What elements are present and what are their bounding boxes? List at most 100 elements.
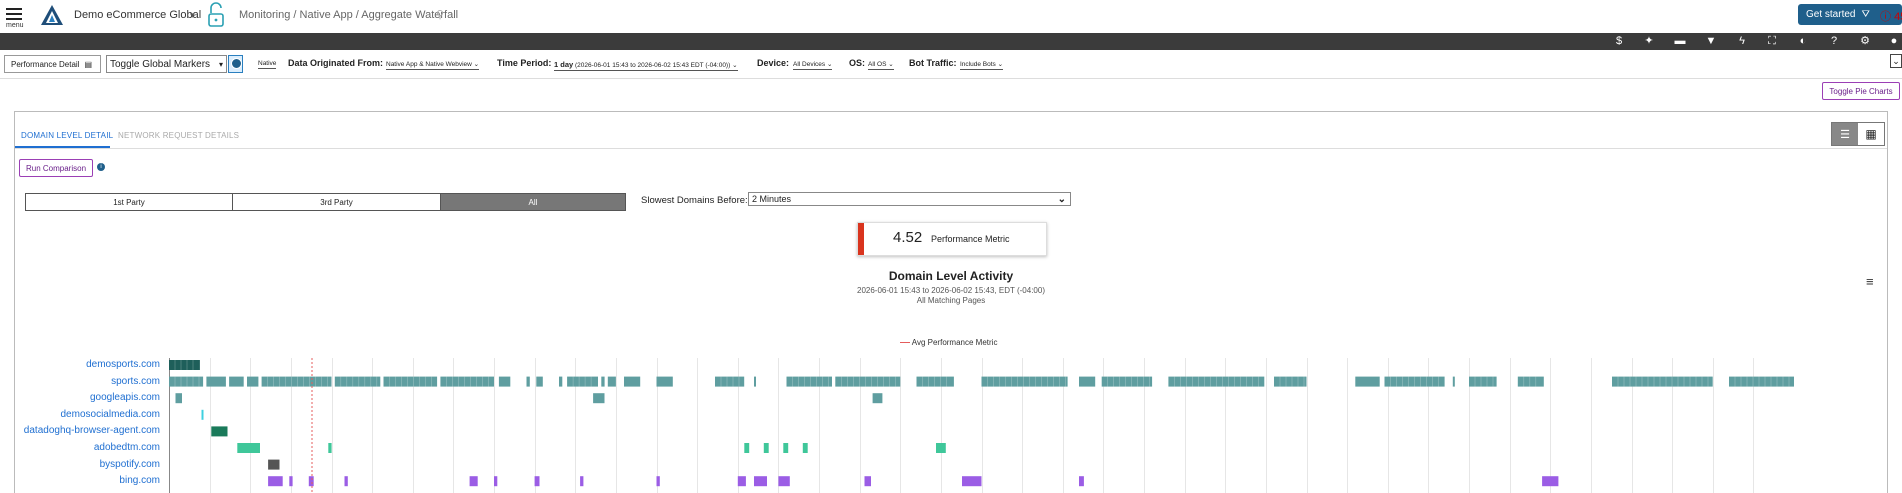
fullscreen-icon[interactable]: ⛶ [1764,34,1780,48]
segment-3rd-party[interactable]: 3rd Party [232,193,441,211]
domain-activity-bar[interactable] [237,443,260,453]
domain-activity-bar[interactable] [778,476,790,487]
help-icon[interactable]: ? [1826,34,1842,48]
view-select[interactable]: Performance Detail ▤ [4,55,101,73]
waterfall-view-icon[interactable]: ☰ [1832,123,1858,145]
unlock-icon[interactable] [207,2,225,28]
tab-network-request-details[interactable]: NETWORK REQUEST DETAILS [118,131,239,140]
domain-activity-bar[interactable] [754,376,756,387]
domain-activity-bar[interactable] [534,476,540,487]
origin-select[interactable]: Native App & Native Webview ⌄ [386,60,480,70]
marker-toggle-button[interactable] [228,55,243,73]
chart-legend[interactable]: Avg Performance Metric [900,338,997,347]
domain-activity-bar[interactable] [308,476,314,487]
run-comparison-button[interactable]: Run Comparison [19,159,93,177]
domain-label[interactable]: adobedtm.com [94,442,160,453]
contrast-icon[interactable]: ◐ [1795,34,1811,48]
domain-activity-bar[interactable] [169,360,200,370]
alert-indicator[interactable]: ⓘ 45 [1880,8,1902,24]
domain-activity-bar[interactable] [526,376,530,387]
domain-activity-bar[interactable] [715,376,745,387]
domain-activity-bar[interactable] [536,376,543,387]
domain-activity-bar[interactable] [763,443,769,453]
period-select[interactable]: 1 day (2026-06-01 15:43 to 2026-06-02 15… [554,60,738,71]
domain-activity-bar[interactable] [783,443,789,453]
domain-activity-bar[interactable] [1517,376,1544,387]
domain-activity-bar[interactable] [981,376,1068,387]
domain-activity-bar[interactable] [469,476,478,487]
domain-label[interactable]: bing.com [119,475,160,486]
domain-activity-bar[interactable] [962,476,982,487]
domain-activity-bar[interactable] [580,476,584,487]
bolt-icon[interactable]: ϟ [1734,34,1750,48]
domain-label[interactable]: demosports.com [86,359,160,370]
domain-activity-bar[interactable] [593,393,605,404]
domain-activity-bar[interactable] [383,376,438,387]
domain-activity-bar[interactable] [559,376,563,387]
sparkle-icon[interactable]: ✦ [1641,34,1657,48]
domain-activity-bar[interactable] [289,476,293,487]
comment-icon[interactable]: ▬ [1672,34,1688,48]
domain-activity-bar[interactable] [607,376,616,387]
domain-activity-bar[interactable] [1274,376,1307,387]
domain-activity-bar[interactable] [1355,376,1380,387]
domain-activity-bar[interactable] [334,376,381,387]
domain-activity-bar[interactable] [1612,376,1713,387]
domain-activity-bar[interactable] [754,476,767,487]
domain-activity-bar[interactable] [328,443,332,453]
domain-activity-bar[interactable] [494,476,498,487]
domain-activity-bar[interactable] [175,393,183,404]
domain-activity-bar[interactable] [268,459,280,470]
dollar-icon[interactable]: $ [1611,34,1627,48]
segment-all[interactable]: All [440,193,626,211]
os-select[interactable]: All OS ⌄ [868,60,894,70]
domain-activity-bar[interactable] [201,409,204,420]
domain-activity-bar[interactable] [169,376,204,387]
info-icon[interactable]: i [97,163,105,171]
domain-label[interactable]: byspotify.com [100,459,160,470]
domain-activity-bar[interactable] [872,393,883,404]
domain-activity-bar[interactable] [802,443,808,453]
chevron-down-icon[interactable]: ▾ [190,10,195,21]
device-select[interactable]: All Devices ⌄ [793,60,833,70]
domain-activity-bar[interactable] [744,443,750,453]
domain-activity-bar[interactable] [656,476,660,487]
domain-label[interactable]: googleapis.com [90,392,160,403]
domain-activity-bar[interactable] [211,426,228,437]
table-view-icon[interactable]: ▦ [1858,123,1884,145]
domain-activity-bar[interactable] [229,376,244,387]
native-tag[interactable]: Native [258,60,277,69]
domain-activity-bar[interactable] [737,476,746,487]
domain-activity-bar[interactable] [1729,376,1794,387]
domain-activity-bar[interactable] [206,376,226,387]
tab-domain-level-detail[interactable]: DOMAIN LEVEL DETAIL [21,131,113,140]
domain-activity-bar[interactable] [864,476,872,487]
pin-icon[interactable]: ⚲ [436,8,444,21]
domain-activity-bar[interactable] [656,376,673,387]
slowest-domains-select[interactable]: 2 Minutes ⌄ [748,192,1071,206]
user-icon[interactable]: ● [1886,34,1902,48]
chart-menu-icon[interactable]: ≡ [1866,274,1874,289]
domain-activity-bar[interactable] [601,376,605,387]
filter-icon[interactable]: ▼ [1703,34,1719,48]
domain-activity-bar[interactable] [1079,476,1084,487]
domain-activity-bar[interactable] [835,376,901,387]
domain-activity-bar[interactable] [936,443,946,453]
domain-activity-bar[interactable] [440,376,494,387]
segment-1st-party[interactable]: 1st Party [25,193,233,211]
domain-activity-bar[interactable] [1452,376,1455,387]
domain-activity-bar[interactable] [1079,376,1096,387]
domain-label[interactable]: sports.com [111,376,160,387]
domain-label[interactable]: demosocialmedia.com [61,409,161,420]
menu-button[interactable]: menu [6,5,28,31]
domain-activity-bar[interactable] [567,376,598,387]
domain-activity-bar[interactable] [1101,376,1153,387]
account-name[interactable]: Demo eCommerce Global [74,9,201,21]
domain-activity-bar[interactable] [344,476,348,487]
domain-activity-bar[interactable] [261,376,332,387]
domain-activity-bar[interactable] [624,376,641,387]
domain-label[interactable]: datadoghq-browser-agent.com [24,425,160,436]
gear-icon[interactable]: ⚙ [1857,34,1873,48]
domain-activity-bar[interactable] [1469,376,1497,387]
domain-activity-bar[interactable] [916,376,954,387]
